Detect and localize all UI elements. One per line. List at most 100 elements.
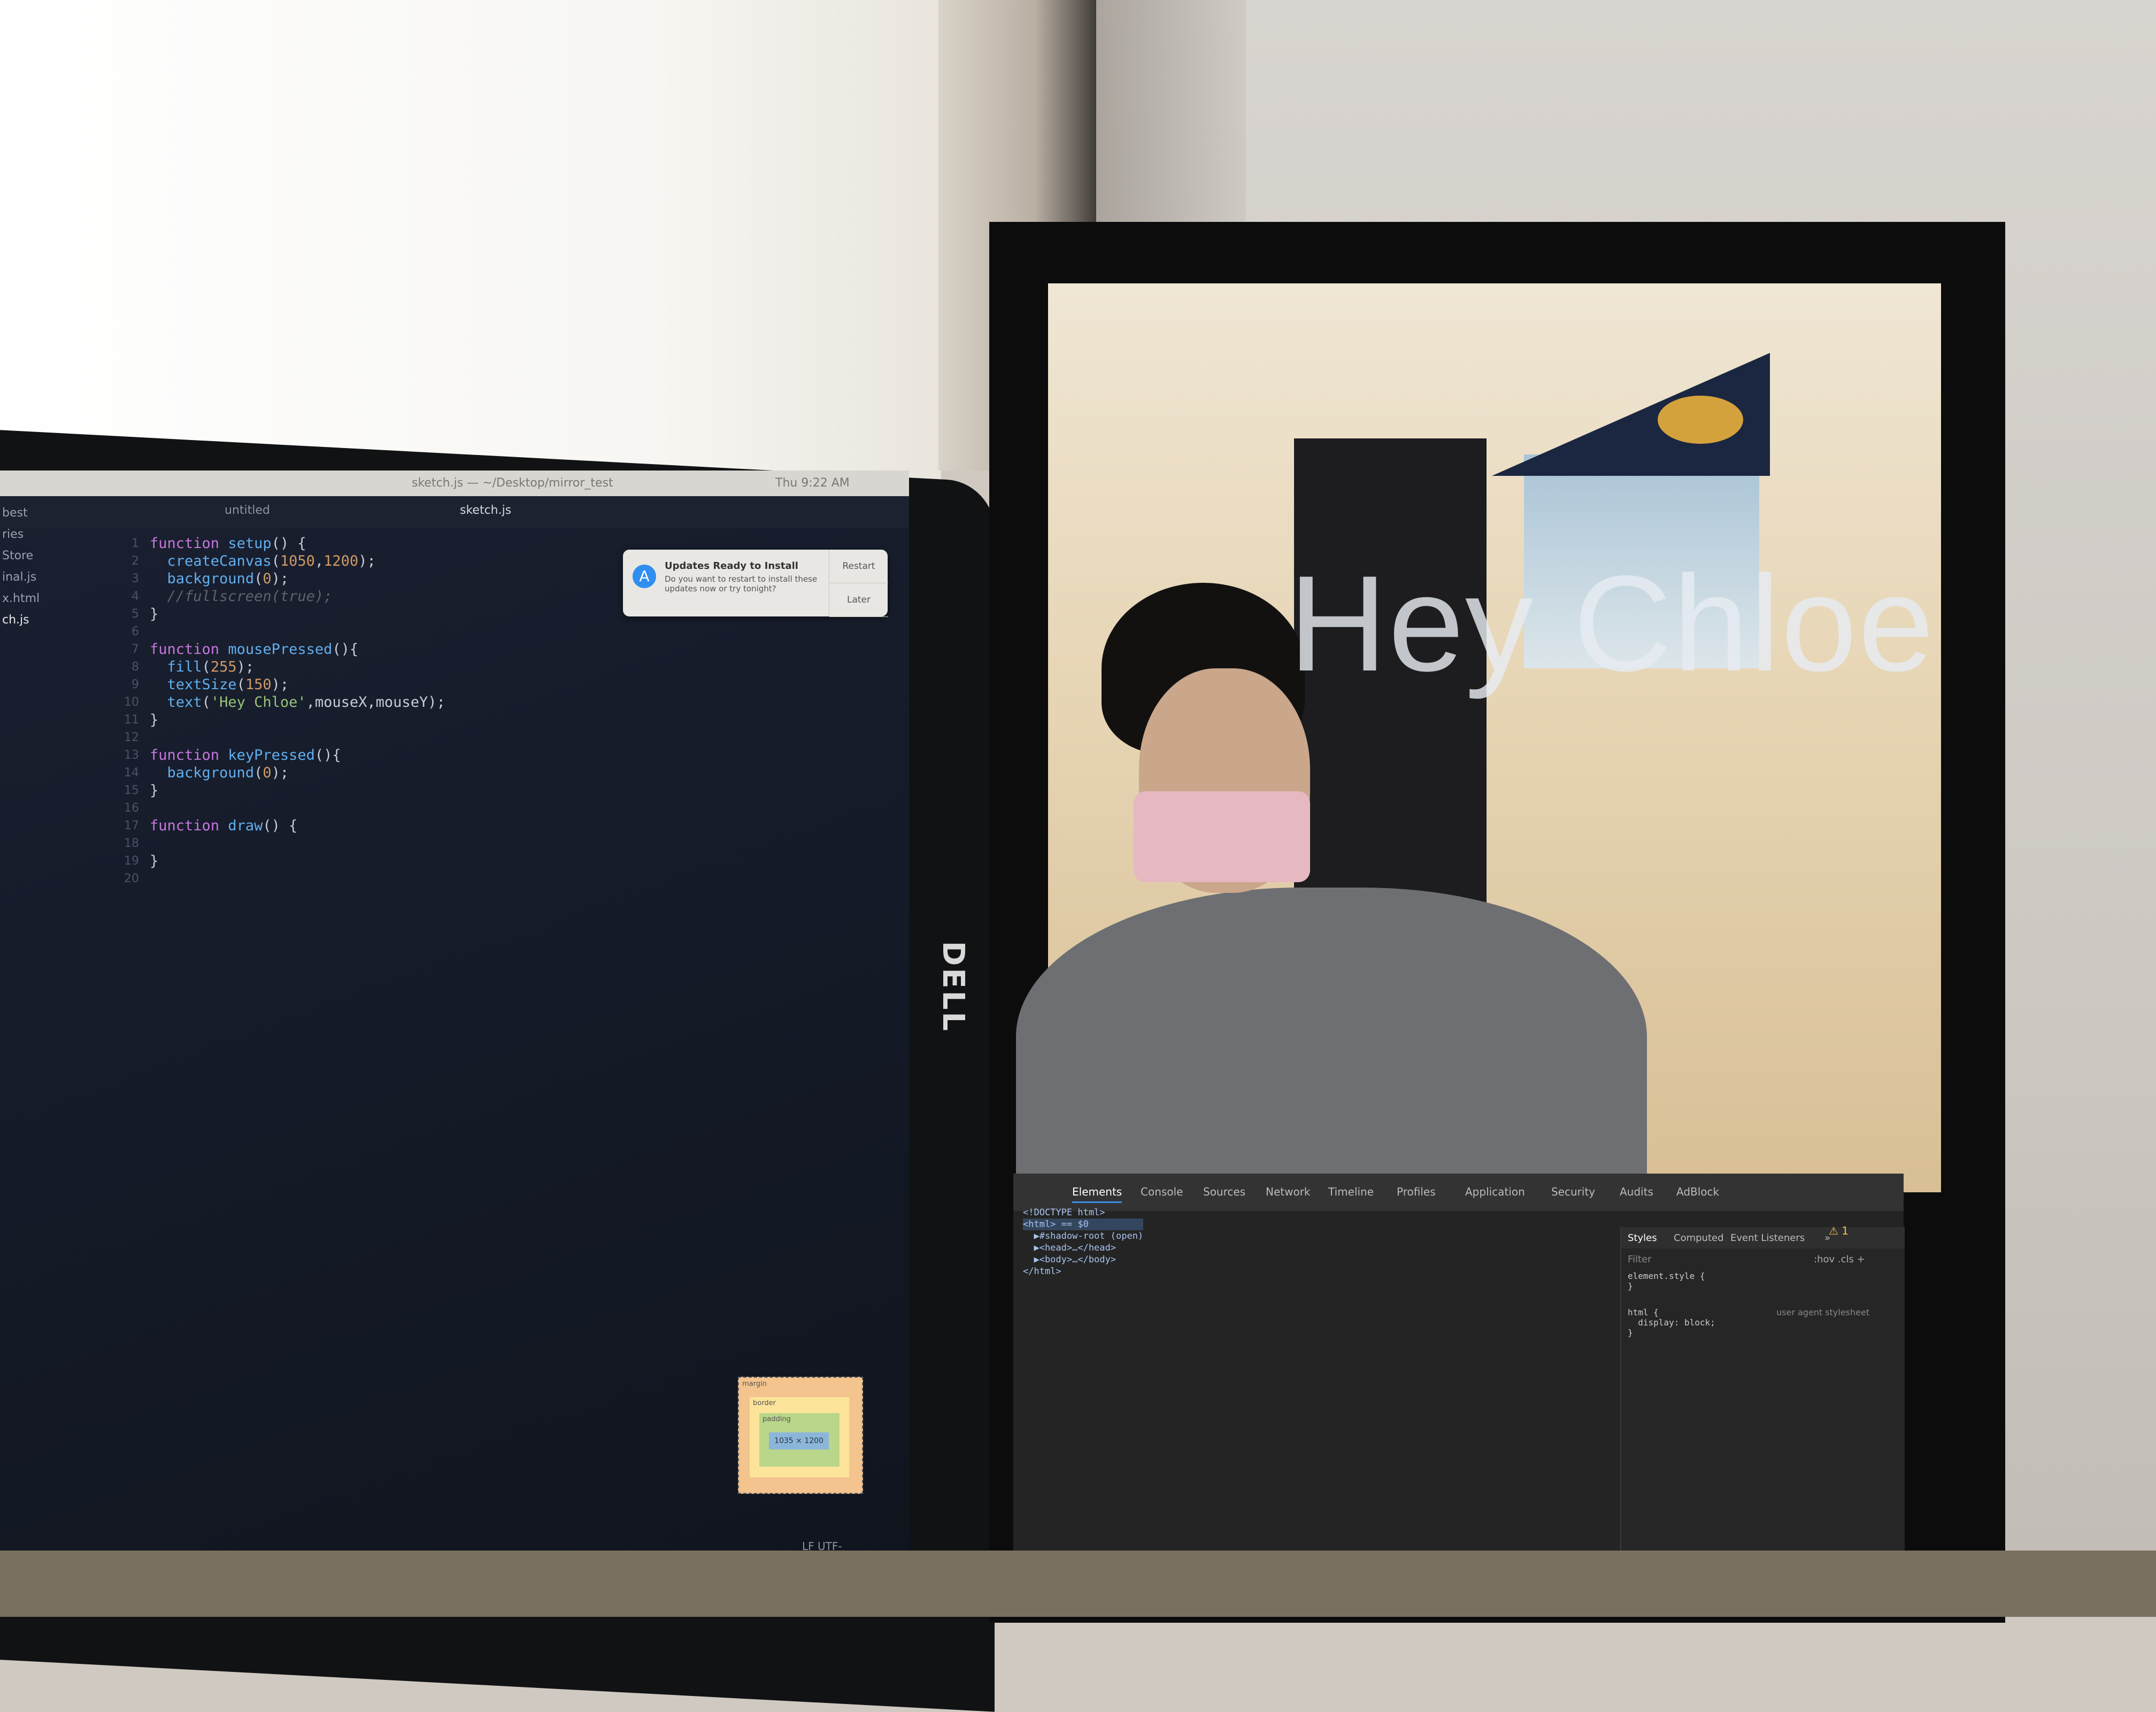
box-model-border: border padding 1035 × 1200 [750,1397,849,1477]
line-number: 5 [132,607,139,621]
devtools-tab-console[interactable]: Console [1141,1185,1183,1198]
phone [1134,791,1310,882]
person-body [1016,888,1647,1219]
code-line: //fullscreen(true); [150,588,333,605]
devtools-tab-network[interactable]: Network [1266,1185,1311,1198]
code-line: text('Hey Chloe',mouseX,mouseY); [167,694,445,711]
devtools-tab-timeline[interactable]: Timeline [1328,1185,1374,1198]
line-number: 19 [124,854,139,868]
later-button[interactable]: Later [829,583,888,617]
code-line: } [150,606,159,622]
line-number: 15 [124,784,139,797]
padding-label: padding [763,1415,791,1423]
margin-label: margin [742,1380,767,1388]
window-light [0,0,941,481]
line-number: 17 [124,819,139,832]
devtools-tab-profiles[interactable]: Profiles [1397,1185,1436,1198]
sidebar-item[interactable]: x.html [0,588,112,610]
warning-badge[interactable]: ⚠ 1 [1829,1224,1849,1237]
styles-tab[interactable]: Event Listeners [1730,1232,1805,1244]
devtools-tab-security[interactable]: Security [1551,1185,1595,1198]
code-area[interactable]: function setup() { createCanvas(1050,120… [150,535,445,888]
line-number: 6 [132,625,139,638]
box-model-content-size: 1035 × 1200 [769,1432,829,1449]
sidebar-item[interactable]: inal.js [0,567,112,588]
devtools-tab-audits[interactable]: Audits [1620,1185,1653,1198]
dom-node[interactable]: <html> == $0 [1023,1219,1144,1230]
canvas-overlay-text: Hey Chloe [1289,547,1935,700]
code-line: function draw() { [150,818,298,834]
dom-node[interactable]: </html> [1023,1266,1143,1277]
sidebar-item[interactable]: Store [0,545,112,567]
line-number: 9 [132,678,139,691]
devtools-tab-sources[interactable]: Sources [1203,1185,1245,1198]
devtools-tab-elements[interactable]: Elements [1072,1185,1122,1203]
line-number: 8 [132,660,139,674]
line-number: 3 [132,572,139,585]
desk [0,1551,2156,1617]
styles-filter-input[interactable]: Filter [1628,1254,1652,1265]
warning-icon: ⚠ [1829,1224,1838,1237]
tab-sketch-js[interactable]: sketch.js [460,504,511,517]
code-line: background(0); [167,570,289,587]
code-line: function keyPressed(){ [150,747,341,764]
box-model-diagram: margin border padding 1035 × 1200 [738,1377,863,1494]
line-number: 7 [132,643,139,656]
app-store-icon: A [633,565,656,588]
devtools-tab-adblock[interactable]: AdBlock [1676,1185,1719,1198]
menubar: sketch.js — ~/Desktop/mirror_test Thu 9:… [0,471,909,496]
line-number: 16 [124,801,139,815]
code-line: textSize(150); [167,676,289,693]
menubar-title: sketch.js — ~/Desktop/mirror_test [412,476,613,490]
notification-buttons: Restart Later [829,550,888,617]
code-line: fill(255); [167,659,255,675]
code-line: function setup() { [150,535,306,552]
line-number: 10 [124,696,139,709]
dom-node[interactable]: ▶<body>…</body> [1023,1254,1143,1266]
sidebar-item[interactable]: ries [0,524,112,545]
line-number: 1 [132,537,139,550]
styles-tabbar: Styles Computed Event Listeners» [1621,1227,1905,1248]
html-rule: html { display: block; } [1628,1307,1715,1338]
notification-body: Do you want to restart to install these … [665,574,818,593]
code-line: } [150,782,159,799]
hov-cls-toggles[interactable]: :hov .cls + [1814,1254,1865,1265]
devtools-tabbar: Elements Console Sources Network Timeline Pro… [1013,1174,1904,1211]
sidebar-item[interactable]: best [0,503,112,524]
sidebar-item-active[interactable]: ch.js [0,610,112,631]
devtools-tab-application[interactable]: Application [1465,1185,1525,1198]
file-tree-sidebar: best ries Store inal.js x.html ch.js [0,503,112,1572]
dell-logo: DELL [936,941,971,1034]
line-number: 12 [124,731,139,744]
line-number: 13 [124,749,139,762]
tab-untitled[interactable]: untitled [225,504,270,517]
pennant-bear-icon [1658,396,1743,444]
border-label: border [753,1399,776,1407]
line-number: 20 [124,872,139,885]
element-style-rule: element.style { } [1628,1271,1705,1291]
dom-tree[interactable]: <!DOCTYPE html> <html> == $0 ▶#shadow-roo… [1023,1207,1144,1277]
code-line: } [150,712,159,728]
notification-title: Updates Ready to Install [665,560,798,572]
styles-tab[interactable]: Styles [1628,1232,1657,1244]
line-number: 14 [124,766,139,780]
menubar-clock: Thu 9:22 AM [775,476,850,490]
dom-node[interactable]: ▶<head>…</head> [1023,1242,1143,1254]
line-number: 4 [132,590,139,603]
code-line: function mousePressed(){ [150,641,359,658]
code-line: } [150,853,159,869]
line-number: 2 [132,554,139,568]
dom-node[interactable]: <!DOCTYPE html> [1023,1207,1143,1219]
line-number-gutter: 1 2 3 4 5 6 7 8 9 10 11 12 13 14 15 16 17 18 19 20 [107,535,139,888]
update-notification: A Updates Ready to Install Do you want t… [623,550,888,617]
dom-node[interactable]: ▶#shadow-root (open) [1023,1230,1143,1242]
code-line: createCanvas(1050,1200); [167,553,376,569]
restart-button[interactable]: Restart [829,550,888,583]
line-number: 11 [124,713,139,727]
styles-tab[interactable]: Computed [1674,1232,1724,1244]
editor-tabbar: untitled sketch.js [0,496,909,528]
